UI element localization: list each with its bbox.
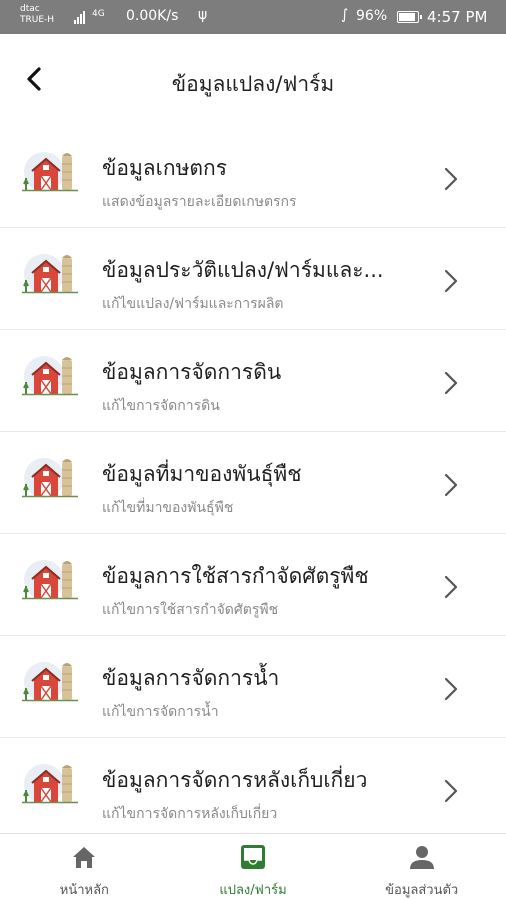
list-item-5[interactable]: ข้อมูลการใช้สารกำจัดศัตรูพืช แก้ไขการใช้… [0, 534, 506, 636]
carrier-label: dtac TRUE-H [20, 4, 55, 25]
nav-farm[interactable]: แปลง/ฟาร์ม [169, 834, 338, 900]
item-subtitle: แก้ไขที่มาของพันธุ์พืช [102, 500, 234, 516]
network-speed: 0.00K/s [126, 8, 179, 24]
item-title: ข้อมูลที่มาของพันธุ์พืช [102, 462, 302, 486]
status-bar: dtac TRUE-H 4G 0.00K/s ψ ∫ 96% 4:57 PM [0, 0, 506, 34]
item-title: ข้อมูลการจัดการน้ำ [102, 666, 280, 690]
list-item-4[interactable]: ข้อมูลที่มาของพันธุ์พืช แก้ไขที่มาของพัน… [0, 432, 506, 534]
chevron-right-icon [444, 167, 458, 191]
item-subtitle: แก้ไขการจัดการดิน [102, 398, 220, 414]
home-icon [73, 847, 96, 868]
barn-icon [22, 152, 78, 192]
bottom-navigation: หน้าหลัก แปลง/ฟาร์ม ข้อมูลส่วนตัว [0, 833, 506, 900]
app-header: ข้อมูลแปลง/ฟาร์ม [0, 34, 506, 124]
item-subtitle: แสดงข้อมูลรายละเอียดเกษตรกร [102, 194, 297, 210]
item-subtitle: แก้ไขแปลง/ฟาร์มและการผลิต [102, 296, 284, 312]
nav-profile-label: ข้อมูลส่วนตัว [385, 883, 459, 898]
list-item-6[interactable]: ข้อมูลการจัดการน้ำ แก้ไขการจัดการน้ำ [0, 636, 506, 738]
battery-percent: 96% [356, 8, 388, 24]
item-subtitle: แก้ไขการใช้สารกำจัดศัตรูพืช [102, 602, 279, 618]
menu-list: ข้อมูลเกษตกร แสดงข้อมูลรายละเอียดเกษตรกร… [0, 126, 506, 840]
nav-home[interactable]: หน้าหลัก [0, 834, 169, 900]
nav-home-label: หน้าหลัก [59, 883, 109, 898]
list-item-1[interactable]: ข้อมูลเกษตกร แสดงข้อมูลรายละเอียดเกษตรกร [0, 126, 506, 228]
battery-icon [397, 11, 422, 23]
item-title: ข้อมูลประวัติแปลง/ฟาร์มและ... [102, 258, 384, 282]
nav-profile[interactable]: ข้อมูลส่วนตัว [337, 834, 506, 900]
barn-icon [22, 662, 78, 702]
item-title: ข้อมูลการจัดการดิน [102, 360, 282, 384]
usb-icon: ψ [198, 7, 208, 23]
barn-icon [22, 764, 78, 804]
chevron-right-icon [444, 575, 458, 599]
nav-farm-label: แปลง/ฟาร์ม [219, 883, 287, 898]
barn-icon [22, 458, 78, 498]
barn-icon [22, 254, 78, 294]
network-type: 4G [92, 9, 105, 19]
clock: 4:57 PM [427, 8, 488, 26]
signal-icon [74, 10, 85, 24]
chevron-right-icon [444, 269, 458, 293]
barn-icon [22, 356, 78, 396]
item-title: ข้อมูลเกษตกร [102, 156, 228, 180]
chevron-right-icon [444, 473, 458, 497]
barn-icon [22, 560, 78, 600]
list-item-7[interactable]: ข้อมูลการจัดการหลังเก็บเกี่ยว แก้ไขการจั… [0, 738, 506, 840]
list-item-2[interactable]: ข้อมูลประวัติแปลง/ฟาร์มและ... แก้ไขแปลง/… [0, 228, 506, 330]
item-subtitle: แก้ไขการจัดการน้ำ [102, 704, 219, 720]
item-title: ข้อมูลการใช้สารกำจัดศัตรูพืช [102, 564, 369, 588]
person-icon [409, 846, 434, 869]
chevron-right-icon [444, 677, 458, 701]
list-item-3[interactable]: ข้อมูลการจัดการดิน แก้ไขการจัดการดิน [0, 330, 506, 432]
page-title: ข้อมูลแปลง/ฟาร์ม [171, 72, 335, 96]
inbox-icon [241, 845, 265, 869]
item-subtitle: แก้ไขการจัดการหลังเก็บเกี่ยว [102, 806, 278, 822]
bluetooth-icon: ∫ [341, 7, 349, 23]
chevron-right-icon [444, 371, 458, 395]
chevron-right-icon [444, 779, 458, 803]
item-title: ข้อมูลการจัดการหลังเก็บเกี่ยว [102, 768, 368, 792]
